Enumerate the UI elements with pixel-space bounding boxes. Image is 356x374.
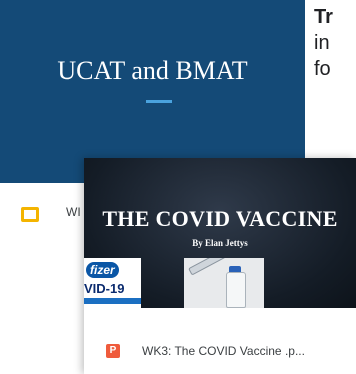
thumbnail-author: By Elan Jettys [192,238,248,248]
description-text: Tr in fo [314,4,356,82]
pfizer-image: fizer VID-19 [84,258,141,308]
thumbnail-title: UCAT and BMAT [57,56,248,85]
pfizer-image-bar [84,298,141,304]
file-name-label[interactable]: WI [66,205,81,219]
description-line: fo [314,58,331,80]
thumbnail-title: THE COVID VACCINE [102,206,338,231]
file-name-label[interactable]: WK3: The COVID Vaccine .p... [142,344,305,358]
file-thumbnail[interactable]: THE COVID VACCINE By Elan Jettys fizer V… [84,158,356,308]
slides-icon [21,207,39,222]
description-line: in [314,32,330,54]
vial-shape [226,272,246,308]
file-thumbnail[interactable]: UCAT and BMAT [0,0,305,183]
description-line: Tr [314,6,333,28]
thumbnail-divider [146,100,172,103]
pfizer-image-text: VID-19 [84,281,125,296]
powerpoint-icon: P [106,344,120,358]
pfizer-logo: fizer [86,262,119,278]
file-card-covid-vaccine[interactable]: THE COVID VACCINE By Elan Jettys fizer V… [84,158,356,374]
vaccine-vial-image [184,258,264,308]
